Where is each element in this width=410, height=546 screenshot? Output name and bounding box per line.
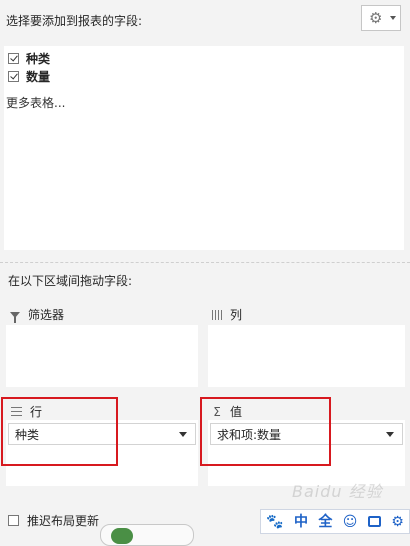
columns-area-header: 列 <box>212 306 242 323</box>
field-checkbox[interactable] <box>8 70 19 82</box>
separator <box>0 262 410 263</box>
ime-toolbar: 🐾 中 全 ☺ ⚙ <box>260 509 410 534</box>
columns-icon <box>212 309 222 320</box>
filters-area-label: 筛选器 <box>28 308 65 322</box>
dropdown-arrow-icon[interactable] <box>386 432 394 437</box>
dropdown-arrow-icon[interactable] <box>179 432 187 437</box>
filters-area-header: 筛选器 <box>10 306 64 323</box>
field-label: 数量 <box>26 69 51 84</box>
picture-icon[interactable] <box>367 516 381 527</box>
filters-drop-area[interactable] <box>6 325 198 387</box>
field-item-zhonglei[interactable]: 种类 <box>8 50 50 66</box>
more-tables-link[interactable]: 更多表格... <box>6 94 65 111</box>
update-button-icon <box>111 528 133 544</box>
field-checkbox[interactable] <box>8 52 19 64</box>
paw-icon[interactable]: 🐾 <box>266 513 283 531</box>
gear-icon: ⚙ <box>369 9 383 27</box>
watermark: Baidu 经验 <box>292 482 383 501</box>
defer-update-checkbox[interactable] <box>8 515 19 526</box>
chevron-down-icon <box>390 16 396 20</box>
field-list: 种类 数量 更多表格... <box>4 46 404 250</box>
smiley-icon[interactable]: ☺ <box>343 513 358 531</box>
toolbar-fullwidth-mode[interactable]: 全 <box>318 513 332 531</box>
update-button[interactable] <box>100 524 194 546</box>
toolbar-chinese-mode[interactable]: 中 <box>294 513 308 531</box>
values-highlight-box <box>200 397 331 466</box>
drag-areas-title: 在以下区域间拖动字段: <box>8 274 133 288</box>
defer-layout-update[interactable]: 推迟布局更新 <box>8 512 99 529</box>
field-settings-button[interactable]: ⚙ <box>361 5 401 31</box>
columns-area-label: 列 <box>230 308 243 322</box>
filter-icon <box>10 311 20 323</box>
field-label: 种类 <box>26 51 51 66</box>
field-list-title: 选择要添加到报表的字段: <box>6 14 143 28</box>
gear-icon[interactable]: ⚙ <box>391 513 404 531</box>
rows-highlight-box <box>1 397 118 466</box>
defer-update-label: 推迟布局更新 <box>27 514 100 528</box>
columns-drop-area[interactable] <box>208 325 405 387</box>
field-item-shuliang[interactable]: 数量 <box>8 68 50 84</box>
